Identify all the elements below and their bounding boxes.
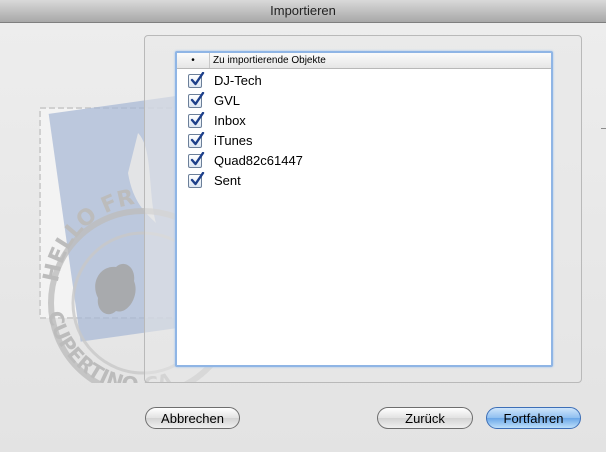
cancel-button[interactable]: Abbrechen	[145, 407, 240, 429]
list-header: • Zu importierende Objekte	[177, 53, 551, 69]
back-button[interactable]: Zurück	[377, 407, 473, 429]
item-checkbox[interactable]	[188, 132, 205, 148]
list-item[interactable]: iTunes	[177, 131, 551, 151]
background-window-edge	[601, 128, 606, 129]
name-column-header[interactable]: Zu importierende Objekte	[213, 53, 326, 68]
item-label: iTunes	[214, 133, 253, 148]
list-item[interactable]: Quad82c61447	[177, 151, 551, 171]
window-titlebar[interactable]: Importieren	[0, 0, 606, 23]
item-label: Sent	[214, 173, 241, 188]
item-checkbox[interactable]	[188, 72, 205, 88]
item-checkbox[interactable]	[188, 112, 205, 128]
checkmark-icon	[190, 72, 205, 86]
list-rows: DJ-Tech GVL Inbox iTunes Quad82c61447 Se…	[177, 69, 551, 191]
import-dialog: HELLO FR CUPERTINO CA • Zu importierende…	[0, 23, 606, 452]
checkmark-icon	[190, 112, 205, 126]
list-item[interactable]: GVL	[177, 91, 551, 111]
content-panel: • Zu importierende Objekte DJ-Tech GVL I…	[144, 35, 582, 383]
item-label: DJ-Tech	[214, 73, 262, 88]
continue-button[interactable]: Fortfahren	[486, 407, 581, 429]
item-checkbox[interactable]	[188, 152, 205, 168]
check-column-header[interactable]: •	[177, 53, 210, 68]
checkmark-icon	[190, 132, 205, 146]
item-checkbox[interactable]	[188, 92, 205, 108]
checkmark-icon	[190, 172, 205, 186]
item-label: GVL	[214, 93, 241, 108]
checkmark-icon	[190, 92, 205, 106]
item-label: Quad82c61447	[214, 153, 303, 168]
list-item[interactable]: DJ-Tech	[177, 71, 551, 91]
list-item[interactable]: Inbox	[177, 111, 551, 131]
item-checkbox[interactable]	[188, 172, 205, 188]
window-title: Importieren	[270, 3, 336, 18]
checkmark-icon	[190, 152, 205, 166]
list-item[interactable]: Sent	[177, 171, 551, 191]
item-label: Inbox	[214, 113, 246, 128]
import-items-list[interactable]: • Zu importierende Objekte DJ-Tech GVL I…	[175, 51, 553, 367]
